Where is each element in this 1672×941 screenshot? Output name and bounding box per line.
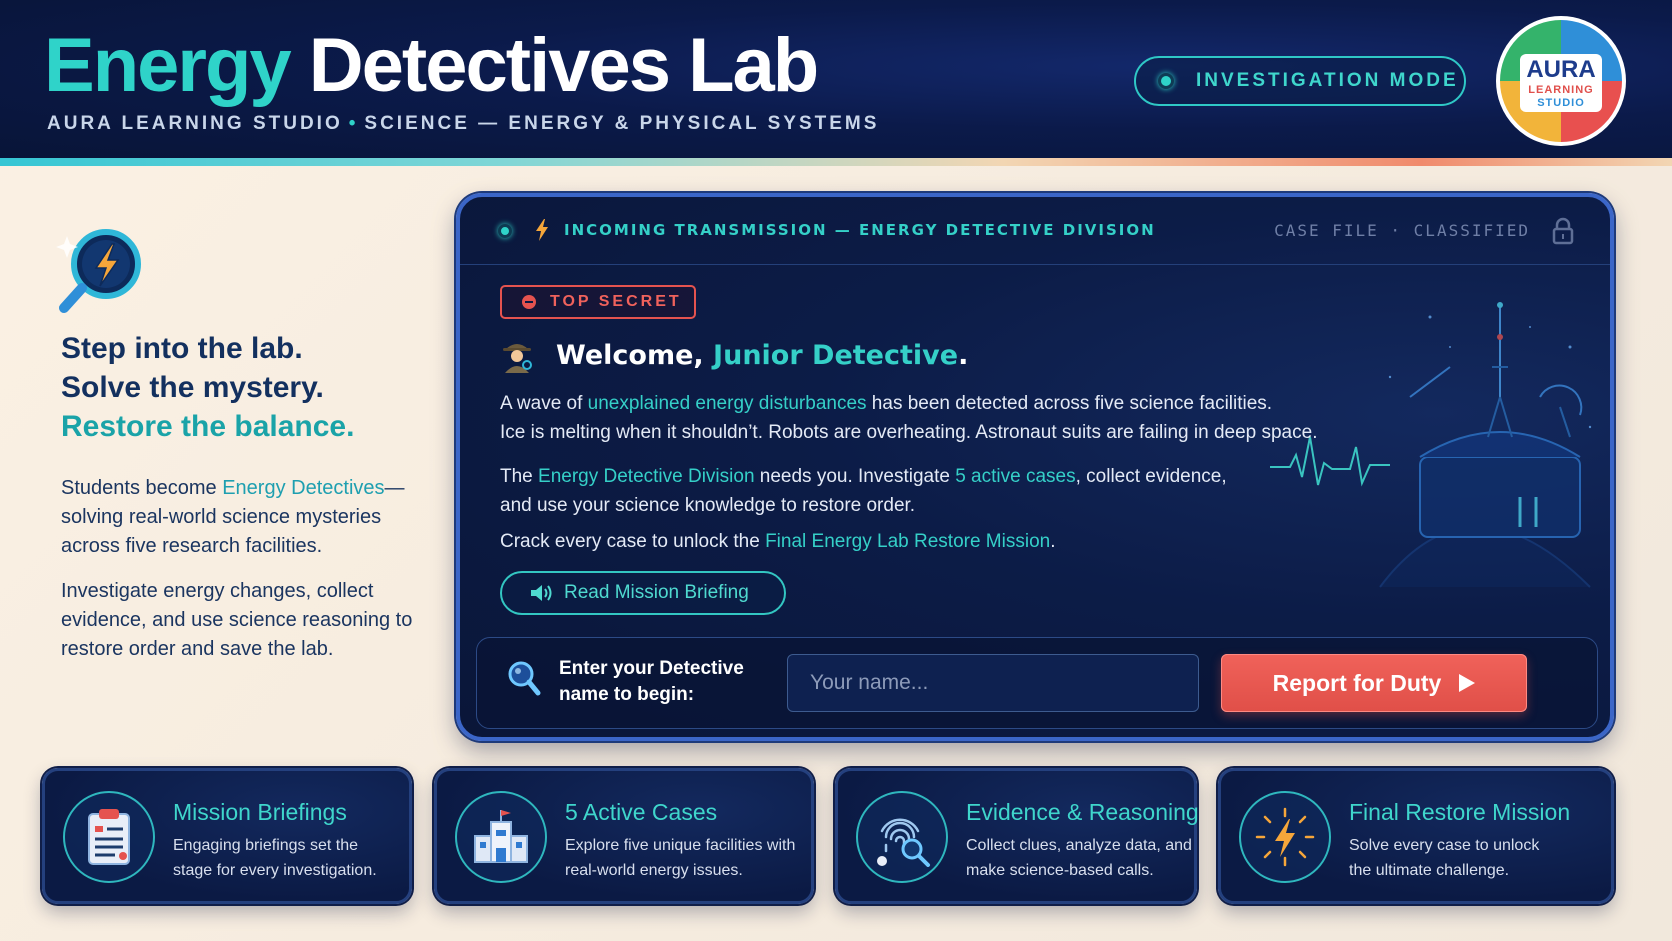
detective-avatar-icon xyxy=(503,344,532,373)
live-indicator-icon xyxy=(498,224,512,238)
method-paragraph: Investigate energy changes, collect evid… xyxy=(61,580,413,660)
subtitle-studio: AURA LEARNING STUDIO xyxy=(47,113,343,134)
welcome-period: . xyxy=(958,339,969,371)
read-mission-briefing-button[interactable]: Read Mission Briefing xyxy=(500,571,786,615)
card-description: Engaging briefings set the stage for eve… xyxy=(173,837,377,879)
subtitle-separator: • xyxy=(348,113,359,134)
status-led-icon xyxy=(1158,73,1174,89)
transmission-header: INCOMING TRANSMISSION — ENERGY DETECTIVE… xyxy=(460,197,1610,265)
mission-paragraph-3: Crack every case to unlock the Final Ene… xyxy=(500,527,1056,556)
research-facility-illustration xyxy=(1270,302,1592,588)
aura-logo: AURA LEARNING STUDIO xyxy=(1496,16,1626,146)
tagline-line-2: Solve the mystery. xyxy=(61,371,324,404)
intro-highlight: Energy Detectives xyxy=(222,477,385,499)
mode-label: INVESTIGATION MODE xyxy=(1196,70,1459,91)
mission-text-a: A wave of xyxy=(500,393,588,414)
bolt-icon xyxy=(536,219,548,241)
page-subtitle: AURA LEARNING STUDIO • SCIENCE — ENERGY & … xyxy=(47,113,879,135)
card-description: Solve every case to unlock the ultimate … xyxy=(1349,837,1540,879)
lightning-icon xyxy=(1255,807,1315,867)
mission-highlight-cases: 5 active cases xyxy=(955,466,1076,487)
mission-text-e: , collect evidence, xyxy=(1075,466,1227,487)
card-icon-wrap xyxy=(856,791,948,883)
mission-paragraph-1: A wave of unexplained energy disturbance… xyxy=(500,389,1317,447)
detective-name-input[interactable] xyxy=(787,654,1199,712)
subtitle-subject: SCIENCE — ENERGY & PHYSICAL SYSTEMS xyxy=(364,113,880,134)
mission-text-d: needs you. Investigate xyxy=(754,466,956,487)
mission-line-4: and use your science knowledge to restor… xyxy=(500,495,916,516)
header: Energy Detectives Lab AURA LEARNING STUD… xyxy=(0,0,1672,166)
mission-line-2: Ice is melting when it shouldn’t. Robots… xyxy=(500,422,1318,443)
welcome-heading: Welcome, Junior Detective. xyxy=(500,335,968,375)
card-description: Explore five unique facilities with real… xyxy=(565,837,796,879)
search-icon xyxy=(508,661,541,696)
logo-text-aura: AURA xyxy=(1526,56,1596,83)
mission-line-3: The Energy Detective Division needs you.… xyxy=(500,462,1227,491)
fingerprint-icon xyxy=(877,818,930,867)
card-description: Collect clues, analyze data, and make sc… xyxy=(966,837,1192,879)
logo-plate: AURA LEARNING STUDIO xyxy=(1520,54,1602,112)
tagline: Step into the lab. Solve the mystery. Re… xyxy=(61,329,354,446)
card-title: 5 Active Cases xyxy=(565,799,718,825)
page-title: Energy Detectives Lab xyxy=(44,22,819,109)
title-accent: Energy xyxy=(44,23,292,108)
transmission-panel: INCOMING TRANSMISSION — ENERGY DETECTIVE… xyxy=(456,193,1614,741)
magnifier-lightning-icon xyxy=(56,229,141,313)
card-title: Mission Briefings xyxy=(173,799,347,825)
case-file-label: CASE FILE · CLASSIFIED xyxy=(1274,221,1530,240)
mission-highlight-disturbances: unexplained energy disturbances xyxy=(587,393,867,414)
report-button-label: Report for Duty xyxy=(1272,669,1442,696)
speaker-icon xyxy=(531,585,552,601)
investigation-mode-indicator: INVESTIGATION MODE xyxy=(1134,56,1466,106)
logo-text-learning: LEARNING xyxy=(1528,84,1594,96)
feature-card-evidence-reasoning: Evidence & Reasoning Collect clues, anal… xyxy=(835,768,1199,904)
briefing-button-label: Read Mission Briefing xyxy=(564,582,749,603)
welcome-text: Welcome, xyxy=(556,339,714,371)
no-entry-icon xyxy=(522,295,536,309)
mission-line-1: A wave of unexplained energy disturbance… xyxy=(500,389,1317,418)
mission-text-b: has been detected across five science fa… xyxy=(866,393,1273,414)
mission-highlight-final: Final Energy Lab Restore Mission xyxy=(765,531,1051,552)
play-arrow-icon xyxy=(1459,674,1476,692)
feature-card-mission-briefings: Mission Briefings Engaging briefings set… xyxy=(42,768,412,904)
card-icon-wrap xyxy=(1239,791,1331,883)
card-icon-wrap xyxy=(63,791,155,883)
lock-icon xyxy=(1552,217,1574,245)
card-icon-wrap xyxy=(455,791,547,883)
welcome-name: Junior Detective xyxy=(713,339,959,371)
intro-text-a: Students become xyxy=(61,477,223,499)
mission-highlight-division: Energy Detective Division xyxy=(538,466,755,487)
mission-text-f: Crack every case to unlock the xyxy=(500,531,766,552)
facility-icon xyxy=(474,810,528,863)
top-secret-badge: TOP SECRET xyxy=(500,285,696,319)
report-for-duty-button[interactable]: Report for Duty xyxy=(1221,654,1527,712)
feature-card-active-cases: 5 Active Cases Explore five unique facil… xyxy=(434,768,814,904)
logo-text-studio: STUDIO xyxy=(1537,97,1585,109)
feature-card-final-restore-mission: Final Restore Mission Solve every case t… xyxy=(1218,768,1614,904)
tagline-line-1: Step into the lab. xyxy=(61,332,303,365)
tagline-line-3: Restore the balance. xyxy=(61,410,355,443)
mission-text-c: The xyxy=(500,466,539,487)
card-title: Final Restore Mission xyxy=(1349,799,1571,825)
clipboard-icon xyxy=(88,809,130,865)
mission-text-g: . xyxy=(1050,531,1056,552)
name-prompt-label: Enter your Detective name to begin: xyxy=(559,658,744,705)
card-title: Evidence & Reasoning xyxy=(966,799,1199,825)
intro-paragraph: Students become Energy Detectives—solvin… xyxy=(61,474,431,561)
header-stripe xyxy=(0,158,1672,166)
mission-paragraph-2: The Energy Detective Division needs you.… xyxy=(500,462,1227,520)
title-rest: Detectives Lab xyxy=(289,23,819,108)
badge-label: TOP SECRET xyxy=(550,293,682,310)
detective-name-form: Enter your Detective name to begin: Repo… xyxy=(476,637,1598,729)
transmission-label: INCOMING TRANSMISSION — ENERGY DETECTIVE… xyxy=(564,221,1156,239)
